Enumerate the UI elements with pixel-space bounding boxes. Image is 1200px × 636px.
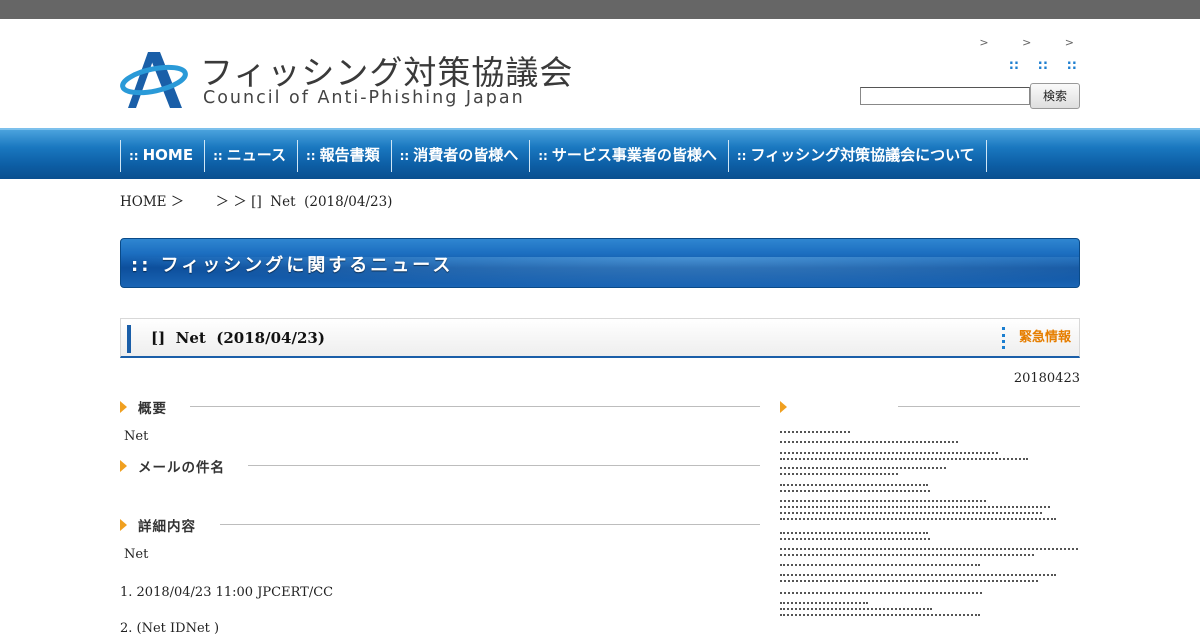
divider (248, 465, 760, 466)
details-text: Net (124, 547, 149, 562)
utility-links: > > > (949, 36, 1074, 49)
nav-dots-icon: :: (129, 149, 139, 163)
article-title: [] Net (2018/04/23) (151, 329, 325, 347)
logo-mark-icon (120, 52, 188, 108)
main-nav: :: HOME :: ニュース :: 報告書類 :: 消費者の皆様へ :: サービス事業者… (0, 128, 1200, 179)
section-heading-subject: メールの件名 (120, 456, 760, 476)
divider (220, 524, 760, 525)
nav-dots-icon: :: (538, 149, 548, 163)
utility-link-3[interactable]: > (1065, 36, 1074, 49)
utility-dot-link-3[interactable]: :: (1067, 58, 1077, 73)
nav-item-label: 消費者の皆様へ (413, 146, 519, 164)
section-heading-overview: 概要 (120, 397, 760, 417)
urgent-badge: 緊急情報 (1001, 327, 1071, 349)
nav-dots-icon: :: (736, 149, 747, 163)
arrow-right-icon (120, 519, 127, 531)
search-button[interactable]: 検索 (1030, 83, 1080, 109)
nav-dots-icon: :: (213, 149, 223, 163)
section-heading-label: メールの件名 (138, 460, 225, 476)
article-title-bar: [] Net (2018/04/23) 緊急情報 (120, 318, 1080, 358)
logo-title-jp: フィッシング対策協議会 (200, 53, 574, 92)
breadcrumb[interactable]: HOME ＞ ＞ ＞ [] Net (2018/04/23) (120, 190, 392, 210)
site-logo[interactable]: フィッシング対策協議会 Council of Anti-Phishing Jap… (120, 44, 572, 114)
arrow-right-icon (120, 460, 127, 472)
nav-item-label: サービス事業者の皆様へ (551, 146, 717, 164)
search-input[interactable] (860, 87, 1030, 105)
nav-item-label: ニュース (226, 146, 286, 164)
section-heading-label: 概要 (138, 401, 167, 417)
nav-item-label: HOME (142, 146, 194, 164)
article-date: 20180423 (1013, 371, 1080, 386)
title-accent (127, 325, 131, 353)
nav-item-label: フィッシング対策協議会について (750, 146, 975, 164)
overview-text: Net (124, 429, 149, 444)
logo-title-en: Council of Anti-Phishing Japan (203, 88, 525, 108)
nav-dots-icon: :: (305, 149, 316, 163)
utility-link-2[interactable]: > (1022, 36, 1031, 49)
utility-dot-link-2[interactable]: :: (1038, 58, 1048, 73)
section-heading-label: 詳細内容 (138, 519, 196, 535)
utility-dot-link-1[interactable]: :: (1009, 58, 1019, 73)
details-item-2: 2. (Net IDNet ) (120, 621, 220, 636)
nav-item-label: 報告書類 (319, 146, 380, 164)
top-strip (0, 0, 1200, 19)
section-heading-details: 詳細内容 (120, 515, 760, 535)
arrow-right-icon (780, 401, 787, 413)
details-item-1: 1. 2018/04/23 11:00 JPCERT/CC (120, 585, 334, 600)
nav-item-about[interactable]: :: フィッシング対策協議会について (727, 140, 987, 172)
section-heading-mail (780, 396, 1080, 416)
nav-item-consumers[interactable]: :: 消費者の皆様へ (390, 140, 530, 172)
utility-link-1[interactable]: > (979, 36, 988, 49)
mail-body-image[interactable] (780, 426, 1080, 630)
nav-item-news[interactable]: :: ニュース (204, 140, 297, 172)
nav-item-providers[interactable]: :: サービス事業者の皆様へ (529, 140, 728, 172)
nav-item-home[interactable]: :: HOME (120, 140, 204, 172)
divider (898, 406, 1080, 407)
arrow-right-icon (120, 401, 127, 413)
nav-dots-icon: :: (399, 149, 410, 163)
nav-item-reports[interactable]: :: 報告書類 (296, 140, 391, 172)
divider (190, 406, 760, 407)
banner-title: :: フィッシングに関するニュース (131, 255, 454, 276)
section-banner: :: フィッシングに関するニュース (120, 238, 1080, 288)
utility-dots: :: :: :: (995, 58, 1077, 73)
